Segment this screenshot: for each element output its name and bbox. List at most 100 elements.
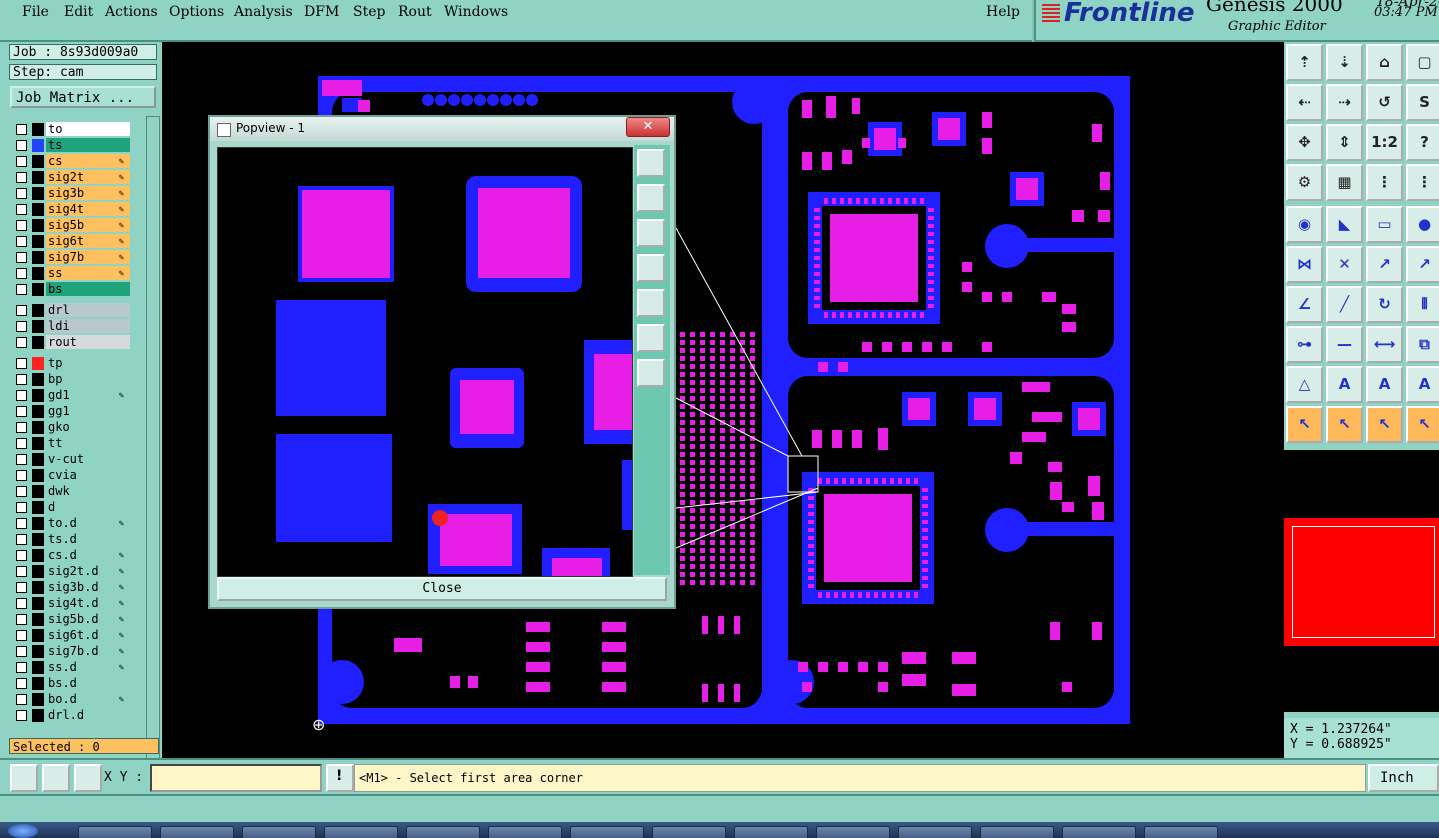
down-icon[interactable]: ⇣ [1326, 44, 1363, 81]
layer-color-swatch[interactable] [32, 581, 44, 594]
layer-checkbox[interactable] [16, 422, 27, 433]
layer-checkbox[interactable] [16, 390, 27, 401]
layer-color-swatch[interactable] [32, 251, 44, 264]
layer-checkbox[interactable] [16, 486, 27, 497]
taskbar-item[interactable] [1062, 826, 1136, 838]
layer-row[interactable]: ss.d ✎ [10, 660, 134, 675]
layer-name[interactable]: drl.d [46, 708, 130, 722]
layer-row[interactable]: gg1 [10, 404, 134, 419]
layer-row[interactable]: sig5b ✎ [10, 218, 134, 233]
layer-checkbox[interactable] [16, 454, 27, 465]
layer-name[interactable]: sig3b ✎ [46, 186, 130, 200]
route-icon[interactable]: ⋈ [1286, 246, 1323, 283]
layer-row[interactable]: gko [10, 420, 134, 435]
popview-titlebar[interactable]: Popview - 1 ✕ [210, 117, 674, 141]
layer-checkbox[interactable] [16, 252, 27, 263]
layer-color-swatch[interactable] [32, 437, 44, 450]
layer-color-swatch[interactable] [32, 267, 44, 280]
layer-name[interactable]: v-cut [46, 452, 130, 466]
layer-checkbox[interactable] [16, 321, 27, 332]
layer-checkbox[interactable] [16, 156, 27, 167]
help-icon[interactable]: ? [1406, 124, 1439, 161]
layer-name[interactable]: sig6t ✎ [46, 234, 130, 248]
layer-checkbox[interactable] [16, 566, 27, 577]
layer-row[interactable]: bs [10, 282, 134, 297]
taskbar-item[interactable] [406, 826, 480, 838]
layer-row[interactable]: to [10, 122, 134, 137]
layer-color-swatch[interactable] [32, 320, 44, 333]
dot-icon[interactable]: ● [1406, 206, 1439, 243]
layer-color-swatch[interactable] [32, 336, 44, 349]
layer-checkbox[interactable] [16, 470, 27, 481]
close-icon[interactable]: ✕ [626, 117, 670, 137]
layer-checkbox[interactable] [16, 598, 27, 609]
pointer-icon[interactable]: ↖ [1286, 406, 1323, 443]
layer-checkbox[interactable] [16, 630, 27, 641]
layer-name[interactable]: sig6t.d ✎ [46, 628, 130, 642]
layer-row[interactable]: ss ✎ [10, 266, 134, 281]
layer-color-swatch[interactable] [32, 187, 44, 200]
layer-row[interactable]: bo.d ✎ [10, 692, 134, 707]
taskbar-item[interactable] [324, 826, 398, 838]
layer-row[interactable]: sig5b.d ✎ [10, 612, 134, 627]
layer-row[interactable]: tp [10, 356, 134, 371]
layer-row[interactable]: sig4t.d ✎ [10, 596, 134, 611]
units-selector[interactable]: Inch [1368, 764, 1439, 792]
tools-icon[interactable]: ⚙ [1286, 164, 1323, 201]
triangle-c-icon[interactable]: A [1406, 366, 1439, 403]
layer-row[interactable]: rout [10, 335, 134, 350]
ball-icon[interactable]: ◉ [1286, 206, 1323, 243]
menu-actions[interactable]: Actions [105, 4, 158, 20]
layer-checkbox[interactable] [16, 678, 27, 689]
triangle-b-icon[interactable]: A [1366, 366, 1403, 403]
layer-color-swatch[interactable] [32, 485, 44, 498]
layer-name[interactable]: gd1 ✎ [46, 388, 130, 402]
layer-color-swatch[interactable] [32, 517, 44, 530]
layer-checkbox[interactable] [16, 124, 27, 135]
layer-name[interactable]: sig2t ✎ [46, 170, 130, 184]
layer-row[interactable]: cs.d ✎ [10, 548, 134, 563]
menu-file[interactable]: File [22, 4, 49, 20]
layer-checkbox[interactable] [16, 220, 27, 231]
layer-row[interactable]: sig4t ✎ [10, 202, 134, 217]
grid-icon[interactable] [74, 764, 102, 792]
layer-color-swatch[interactable] [32, 155, 44, 168]
layer-row[interactable]: ts.d [10, 532, 134, 547]
layer-color-swatch[interactable] [32, 219, 44, 232]
layer-color-swatch[interactable] [32, 389, 44, 402]
taskbar-item[interactable] [488, 826, 562, 838]
popview-right-icon[interactable] [637, 289, 665, 317]
layer-row[interactable]: drl.d [10, 708, 134, 723]
layer-name[interactable]: tt [46, 436, 130, 450]
layer-checkbox[interactable] [16, 284, 27, 295]
layer-row[interactable]: dwk [10, 484, 134, 499]
layer-checkbox[interactable] [16, 172, 27, 183]
layer-checkbox[interactable] [16, 337, 27, 348]
layer-row[interactable]: sig3b.d ✎ [10, 580, 134, 595]
angle-icon[interactable]: ∠ [1286, 286, 1323, 323]
layer-color-swatch[interactable] [32, 549, 44, 562]
layer-color-swatch[interactable] [32, 203, 44, 216]
layer-checkbox[interactable] [16, 694, 27, 705]
layer-name[interactable]: bo.d ✎ [46, 692, 130, 706]
layer-color-swatch[interactable] [32, 565, 44, 578]
undo-arc-icon[interactable]: ↻ [1366, 286, 1403, 323]
layer-name[interactable]: dwk [46, 484, 130, 498]
fit-screen-icon[interactable]: ✥ [1286, 124, 1323, 161]
window-icon[interactable]: ▢ [1406, 44, 1439, 81]
layer-name[interactable]: to [46, 122, 130, 136]
layer-row[interactable]: sig2t.d ✎ [10, 564, 134, 579]
layer-name[interactable]: ts.d [46, 532, 130, 546]
layer-row[interactable]: v-cut [10, 452, 134, 467]
menu-options[interactable]: Options [169, 4, 224, 20]
minus-icon[interactable]: — [1326, 326, 1363, 363]
layer-row[interactable]: bs.d [10, 676, 134, 691]
layer-name[interactable]: sig2t.d ✎ [46, 564, 130, 578]
layer-checkbox[interactable] [16, 204, 27, 215]
pointer-box-icon[interactable]: ↖ [1326, 406, 1363, 443]
menu-help[interactable]: Help [986, 4, 1020, 20]
ruler-icon[interactable]: ▭ [1366, 206, 1403, 243]
layer-checkbox[interactable] [16, 550, 27, 561]
layer-name[interactable]: rout [46, 335, 130, 349]
pointer-circle-icon[interactable]: ↖ [1366, 406, 1403, 443]
